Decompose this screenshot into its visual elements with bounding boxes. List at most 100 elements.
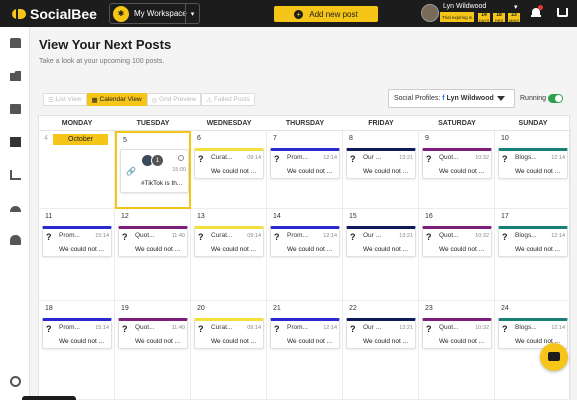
post-time: 11:40	[171, 325, 185, 331]
grid-preview-button[interactable]: ◎ Grid Preview	[146, 93, 202, 106]
question-icon: ?	[198, 324, 204, 334]
calendar-day-cell[interactable]: 9? Quot... 10:32 We could not ...	[419, 131, 495, 209]
post-time: 09:14	[247, 233, 261, 239]
post-card[interactable]: ? Curat... 09:14 We could not ...	[194, 148, 264, 179]
post-category-title: Our ...	[363, 232, 382, 239]
cart-icon[interactable]	[557, 8, 568, 17]
post-card[interactable]: ? Prom... 12:14 We could not ...	[270, 148, 340, 179]
failed-posts-button[interactable]: ⚠ Failed Posts	[201, 93, 255, 106]
calendar-day-cell[interactable]: 5 1 15:00 🔗 #TikTok is th...	[115, 131, 191, 209]
post-card[interactable]: ? Our ... 13:21 We could not ...	[346, 226, 416, 257]
chevron-down-icon[interactable]: ▾	[185, 4, 199, 23]
calendar-view-button[interactable]: ▦ Calendar View	[86, 93, 147, 106]
post-card[interactable]: ? Prom... 15:14 We could not ...	[42, 226, 112, 257]
calendar-day-cell[interactable]: 12? Quot... 11:40 We could not ...	[115, 209, 191, 301]
weekday-header: THURSDAY	[267, 116, 343, 131]
calendar-day-cell[interactable]: 18? Prom... 15:14 We could not ...	[39, 301, 115, 400]
calendar-day-cell[interactable]: 20? Curat... 09:14 We could not ...	[191, 301, 267, 400]
user-avatar[interactable]	[421, 4, 439, 22]
post-text: #TikTok is th...	[141, 180, 183, 187]
bottom-tab	[22, 396, 76, 400]
post-time: 12:14	[551, 233, 565, 239]
post-error-message: We could not ...	[287, 168, 333, 175]
post-card[interactable]: ? Curat... 09:14 We could not ...	[194, 226, 264, 257]
calendar-day-cell[interactable]: 22? Our ... 13:21 We could not ...	[343, 301, 419, 400]
analytics-icon[interactable]	[10, 170, 21, 180]
weekday-header: SATURDAY	[419, 116, 495, 131]
day-number: 11	[45, 213, 53, 220]
day-number: 6	[197, 135, 201, 142]
calendar-day-cell[interactable]: 13 ? Curat... 09:14 We could not ...	[191, 209, 267, 301]
calendar-day-cell[interactable]: 4 October	[39, 131, 115, 209]
calendar-day-cell[interactable]: 7? Prom... 12:14 We could not ...	[267, 131, 343, 209]
socialbee-logo[interactable]: SocialBee	[12, 6, 97, 22]
post-card[interactable]: ? Curat... 09:14 We could not ...	[194, 318, 264, 349]
post-time: 12:14	[323, 155, 337, 161]
post-category-title: Prom...	[59, 324, 80, 331]
post-card[interactable]: ? Our ... 13:21 We could not ...	[346, 318, 416, 349]
day-number: 16	[425, 213, 433, 220]
user-name[interactable]: Lyn Wildwood	[443, 3, 486, 10]
day-number: 7	[273, 135, 277, 142]
add-new-post-label: Add new post	[309, 9, 358, 19]
clipboard-icon[interactable]	[10, 38, 21, 48]
weekday-header: MONDAY	[39, 116, 115, 131]
calendar-day-cell[interactable]: 14 ? Prom... 12:14 We could not ...	[267, 209, 343, 301]
add-new-post-button[interactable]: + Add new post	[274, 6, 378, 22]
calendar-day-cell[interactable]: 21? Prom... 12:14 We could not ...	[267, 301, 343, 400]
plus-icon: +	[294, 9, 304, 19]
post-error-message: We could not ...	[59, 246, 105, 253]
calendar-day-cell[interactable]: 10? Blogs... 12:14 We could not ...	[495, 131, 571, 209]
calendar-day-cell[interactable]: 17? Blogs... 12:14 We could not ...	[495, 209, 571, 301]
post-card[interactable]: ? Quot... 10:32 We could not ...	[422, 318, 492, 349]
post-card[interactable]: ? Blogs... 12:14 We could not ...	[498, 226, 568, 257]
notification-dot	[538, 5, 543, 10]
calendar-day-cell[interactable]: 23? Quot... 10:32 We could not ...	[419, 301, 495, 400]
social-profiles-dropdown[interactable]: Social Profiles: f Lyn Wildwood	[388, 89, 515, 108]
post-card[interactable]: ? Prom... 12:14 We could not ...	[270, 226, 340, 257]
calendar-day-cell[interactable]: 15? Our ... 13:21 We could not ...	[343, 209, 419, 301]
folder-icon[interactable]	[10, 71, 21, 81]
post-error-message: We could not ...	[135, 338, 181, 345]
inbox-icon[interactable]	[10, 206, 21, 212]
post-category-title: Quot...	[439, 232, 459, 239]
post-time: 12:14	[323, 233, 337, 239]
user-menu-chevron-icon[interactable]: ▾	[514, 3, 518, 11]
post-category-title: Blogs...	[515, 154, 537, 161]
post-time: 13:21	[399, 155, 413, 161]
workspace-switcher[interactable]: ✱ My Workspace ▾	[109, 3, 200, 24]
page-title: View Your Next Posts	[39, 37, 172, 52]
scheduled-post-card[interactable]: 1 15:00 🔗 #TikTok is th...	[120, 149, 189, 193]
calendar-icon[interactable]	[10, 104, 21, 114]
post-card[interactable]: ? Blogs... 12:14 We could not ...	[498, 148, 568, 179]
post-card[interactable]: ? Prom... 12:14 We could not ...	[270, 318, 340, 349]
post-error-message: We could not ...	[363, 168, 409, 175]
post-card[interactable]: ? Prom... 15:14 We could not ...	[42, 318, 112, 349]
question-icon: ?	[122, 324, 128, 334]
chat-icon[interactable]	[540, 343, 568, 371]
calendar-day-cell[interactable]: 16 ? Quot... 10:32 We could not ...	[419, 209, 495, 301]
calendar-day-cell[interactable]: 8? Our ... 13:21 We could not ...	[343, 131, 419, 209]
users-icon[interactable]	[10, 235, 21, 245]
trial-days-box: 14 DAYS	[477, 12, 491, 23]
post-card[interactable]: ? Quot... 10:32 We could not ...	[422, 226, 492, 257]
list-view-button[interactable]: ☰ List View	[43, 93, 87, 106]
post-card[interactable]: ? Quot... 11:40 We could not ...	[118, 318, 188, 349]
help-icon[interactable]	[10, 376, 21, 387]
post-card[interactable]: ? Quot... 11:40 We could not ...	[118, 226, 188, 257]
post-card[interactable]: ? Our ... 13:21 We could not ...	[346, 148, 416, 179]
post-category-title: Quot...	[135, 232, 155, 239]
post-card[interactable]: ? Quot... 10:32 We could not ...	[422, 148, 492, 179]
calendar-day-cell[interactable]: 11 ? Prom... 15:14 We could not ...	[39, 209, 115, 301]
day-number: 14	[273, 213, 281, 220]
list-icon[interactable]	[10, 137, 21, 147]
calendar-day-cell[interactable]: 19? Quot... 11:40 We could not ...	[115, 301, 191, 400]
bee-logo-icon	[12, 8, 26, 19]
post-error-message: We could not ...	[287, 338, 333, 345]
day-number: 13	[197, 213, 205, 220]
social-profiles-label: Social Profiles:	[394, 95, 441, 102]
calendar-day-cell[interactable]: 6 ? Curat... 09:14 We could not ...	[191, 131, 267, 209]
question-icon: ?	[274, 324, 280, 334]
running-toggle[interactable]	[548, 94, 563, 103]
page-subtitle: Take a look at your upcoming 100 posts.	[39, 58, 165, 65]
